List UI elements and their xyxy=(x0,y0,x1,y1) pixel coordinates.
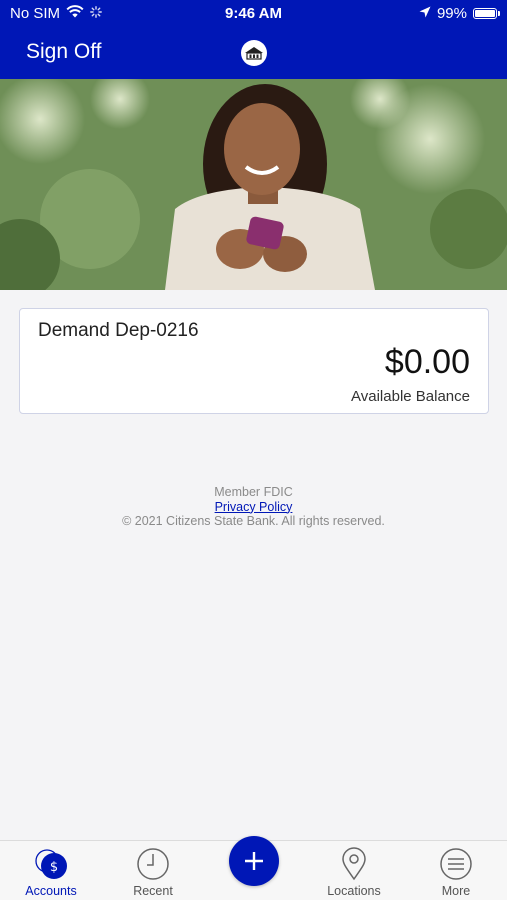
footer-info: Member FDIC Privacy Policy © 2021 Citize… xyxy=(0,485,507,529)
clock-icon xyxy=(136,847,170,881)
hero-photo-illustration xyxy=(0,79,507,290)
tab-locations[interactable]: Locations xyxy=(309,847,399,900)
screen: No SIM 9:46 AM 99% Sign Off Demand Dep-0… xyxy=(0,0,507,900)
menu-icon xyxy=(439,847,473,881)
sign-off-button[interactable]: Sign Off xyxy=(26,40,102,64)
account-card[interactable]: Demand Dep-0216 $0.00 Available Balance xyxy=(19,308,489,414)
tab-more-label: More xyxy=(441,884,471,898)
header-bar: No SIM 9:46 AM 99% Sign Off xyxy=(0,0,507,79)
location-pin-icon xyxy=(337,847,371,881)
tab-locations-label: Locations xyxy=(327,884,381,898)
tab-recent[interactable]: Recent xyxy=(108,847,198,900)
account-name: Demand Dep-0216 xyxy=(38,320,199,341)
add-button[interactable] xyxy=(229,836,279,886)
account-balance: $0.00 xyxy=(384,343,470,381)
location-arrow-icon xyxy=(419,5,431,22)
tab-more[interactable]: More xyxy=(411,847,501,900)
member-fdic-text: Member FDIC xyxy=(214,485,293,499)
available-balance-label: Available Balance xyxy=(351,388,470,405)
battery-percent: 99% xyxy=(436,5,467,22)
bank-logo-icon xyxy=(241,40,267,66)
accounts-icon: $ xyxy=(34,847,68,881)
hero-image xyxy=(0,79,507,290)
tab-recent-label: Recent xyxy=(133,884,173,898)
plus-icon xyxy=(245,852,263,870)
privacy-policy-link[interactable]: Privacy Policy xyxy=(215,500,293,514)
svg-text:$: $ xyxy=(50,860,58,875)
copyright-text: © 2021 Citizens State Bank. All rights r… xyxy=(122,514,385,528)
status-right: 99% xyxy=(419,5,500,22)
tab-accounts[interactable]: $ Accounts xyxy=(6,847,96,900)
battery-icon xyxy=(473,8,500,19)
status-bar: No SIM 9:46 AM 99% xyxy=(0,0,507,28)
tab-accounts-label: Accounts xyxy=(25,884,77,898)
